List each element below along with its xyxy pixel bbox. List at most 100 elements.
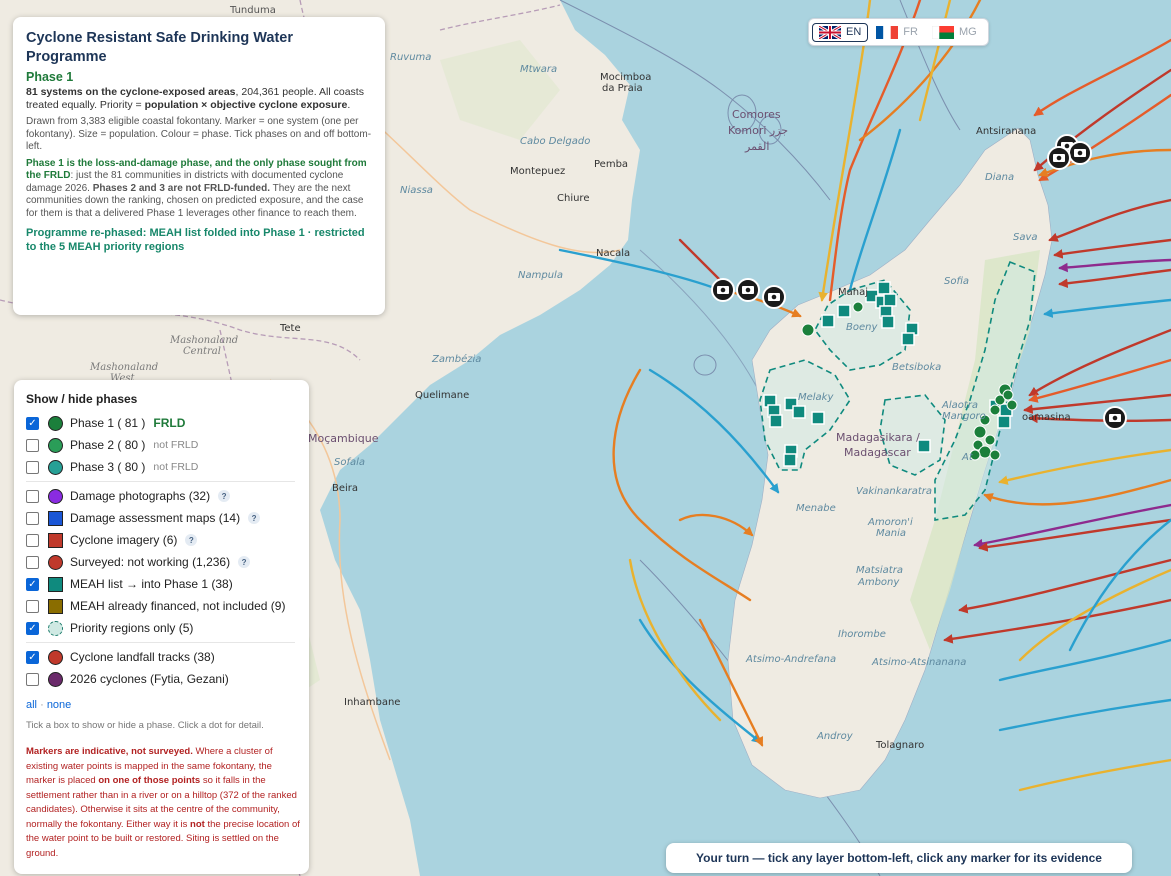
lang-en-button[interactable]: EN bbox=[812, 22, 869, 42]
label-quelimane: Quelimane bbox=[415, 390, 469, 401]
help-icon[interactable]: ? bbox=[248, 512, 261, 524]
layer-damage-maps[interactable]: Damage assessment maps (14) ? bbox=[26, 507, 309, 529]
label-atsimo-andrefana: Atsimo-Andrefana bbox=[745, 654, 836, 665]
label-nampula: Nampula bbox=[518, 270, 563, 281]
divider bbox=[26, 481, 295, 482]
label-mashonaland-west-1: Mashonaland bbox=[89, 362, 158, 373]
layer-cyclone-imagery[interactable]: Cyclone imagery (6) ? bbox=[26, 529, 309, 551]
divider bbox=[26, 642, 295, 643]
link-separator: · bbox=[40, 699, 44, 711]
layer-2026-cyclones[interactable]: 2026 cyclones (Fytia, Gezani) bbox=[26, 668, 309, 690]
label-vakinankaratra: Vakinankaratra bbox=[856, 486, 932, 497]
select-none-link[interactable]: none bbox=[47, 699, 71, 711]
label-pemba: Pemba bbox=[594, 159, 628, 170]
meah-financed-checkbox[interactable] bbox=[26, 599, 39, 613]
summary-paragraph: 81 systems on the cyclone-exposed areas,… bbox=[26, 86, 375, 112]
damage-maps-checkbox[interactable] bbox=[26, 511, 39, 525]
label-alaotra: Alaotra bbox=[941, 400, 978, 411]
select-all-link[interactable]: all bbox=[26, 699, 37, 711]
lang-mg-button[interactable]: MG bbox=[926, 24, 983, 41]
warn-bold2: on one of those points bbox=[98, 775, 201, 786]
meah-list-label: MEAH list → into Phase 1 (38) bbox=[70, 577, 233, 591]
mg-flag-icon bbox=[931, 25, 954, 39]
label-comores: Comores bbox=[732, 108, 781, 121]
phase-2-count: 80 bbox=[124, 438, 139, 452]
label-da-praia: da Praia bbox=[602, 83, 643, 94]
damage-photographs-label: Damage photographs (32) bbox=[70, 489, 211, 503]
info-panel: Cyclone Resistant Safe Drinking Water Pr… bbox=[13, 17, 385, 315]
layer-priority-regions[interactable]: ✓ Priority regions only (5) bbox=[26, 617, 309, 639]
label-alqamar: القمر bbox=[744, 140, 769, 153]
label-nacala: Nacala bbox=[596, 248, 630, 259]
label-melaky: Melaky bbox=[798, 392, 834, 403]
layer-surveyed-not-working[interactable]: Surveyed: not working (1,236) ? bbox=[26, 551, 309, 573]
phase-2-checkbox[interactable] bbox=[26, 438, 39, 452]
phase-1-dot-icon bbox=[48, 415, 63, 431]
phase-3-dot-icon bbox=[48, 459, 63, 475]
phase-3-count: 80 bbox=[124, 460, 139, 474]
lang-fr-button[interactable]: FR bbox=[870, 24, 924, 41]
method-paragraph: Drawn from 3,383 eligible coastal fokont… bbox=[26, 116, 372, 152]
programme-title: Cyclone Resistant Safe Drinking Water Pr… bbox=[26, 30, 293, 65]
priority-regions-label: Priority regions only (5) bbox=[70, 621, 194, 635]
priority-regions-checkbox[interactable]: ✓ bbox=[26, 621, 39, 635]
layer-cyclone-tracks[interactable]: ✓ Cyclone landfall tracks (38) bbox=[26, 646, 309, 668]
layer-meah-list[interactable]: ✓ MEAH list → into Phase 1 (38) bbox=[26, 573, 309, 595]
label-mashonaland-central-1: Mashonaland bbox=[169, 335, 238, 346]
label-ruvuma: Ruvuma bbox=[390, 52, 431, 63]
phase-3-checkbox[interactable] bbox=[26, 460, 39, 474]
layer-phase-3[interactable]: Phase 3 ( 80 ) not FRLD bbox=[26, 456, 309, 478]
label-tete: Tete bbox=[279, 323, 301, 334]
phase-3-tag: not FRLD bbox=[153, 461, 199, 473]
label-montepuez: Montepuez bbox=[510, 166, 565, 177]
layer-meah-financed[interactable]: MEAH already financed, not included (9) bbox=[26, 595, 309, 617]
lang-en-label: EN bbox=[846, 26, 862, 38]
phase-3-close: ) bbox=[141, 460, 146, 474]
label-toamasina: oamasina bbox=[1022, 412, 1071, 423]
phase-1-checkbox[interactable]: ✓ bbox=[26, 416, 39, 430]
language-switcher: EN FR MG bbox=[808, 18, 989, 46]
label-madagascar: Madagascar bbox=[844, 446, 911, 459]
help-icon[interactable]: ? bbox=[218, 490, 231, 502]
label-menabe: Menabe bbox=[796, 503, 836, 514]
label-sofia: Sofia bbox=[944, 276, 969, 287]
help-icon[interactable]: ? bbox=[238, 556, 251, 568]
label-diana: Diana bbox=[985, 172, 1014, 183]
cyclone-2026-dot-icon bbox=[48, 671, 63, 687]
label-ihorombe: Ihorombe bbox=[838, 629, 886, 640]
cyclone-imagery-checkbox[interactable] bbox=[26, 533, 39, 547]
select-links: all · none bbox=[26, 699, 309, 711]
phase-3-label: Phase 3 ( bbox=[70, 460, 122, 474]
meah-financed-square-icon bbox=[48, 598, 63, 614]
summary-bold: 81 systems on the cyclone-exposed areas bbox=[26, 86, 236, 98]
label-mtwara: Mtwara bbox=[520, 64, 557, 75]
phase-1-label: Phase 1 ( bbox=[70, 416, 122, 430]
meah-list-checkbox[interactable]: ✓ bbox=[26, 577, 39, 591]
region-dashed-icon bbox=[48, 620, 63, 636]
cyclone-tracks-checkbox[interactable]: ✓ bbox=[26, 650, 39, 664]
layer-phase-1[interactable]: ✓ Phase 1 ( 81 ) FRLD bbox=[26, 412, 309, 434]
rephase-note: Programme re-phased: MEAH list folded in… bbox=[26, 227, 365, 253]
help-icon[interactable]: ? bbox=[185, 534, 198, 546]
damage-photographs-checkbox[interactable] bbox=[26, 489, 39, 503]
phase-1-tag: FRLD bbox=[153, 416, 186, 430]
label-tolagnaro: Tolagnaro bbox=[875, 740, 924, 751]
surveyed-label: Surveyed: not working (1,236) bbox=[70, 555, 231, 569]
label-antsiranana: Antsiranana bbox=[976, 126, 1036, 137]
layer-phase-2[interactable]: Phase 2 ( 80 ) not FRLD bbox=[26, 434, 309, 456]
layer-damage-photographs[interactable]: Damage photographs (32) ? bbox=[26, 485, 309, 507]
label-mocambique: Moçambique bbox=[308, 432, 379, 445]
track-dot-icon bbox=[48, 649, 63, 665]
meah-square-icon bbox=[48, 576, 63, 592]
label-beira: Beira bbox=[332, 483, 358, 494]
phase-2-close: ) bbox=[141, 438, 146, 452]
label-sofala: Sofala bbox=[334, 457, 365, 468]
label-amoroni: Amoron'i bbox=[867, 517, 913, 528]
cyclones-2026-checkbox[interactable] bbox=[26, 672, 39, 686]
warn-bold: Markers are indicative, not surveyed. bbox=[26, 746, 193, 757]
label-betsiboka: Betsiboka bbox=[892, 362, 941, 373]
label-madagasikara: Madagasikara / bbox=[836, 431, 920, 444]
label-ambony: Ambony bbox=[857, 577, 900, 588]
label-chiure: Chiure bbox=[557, 193, 589, 204]
surveyed-checkbox[interactable] bbox=[26, 555, 39, 569]
